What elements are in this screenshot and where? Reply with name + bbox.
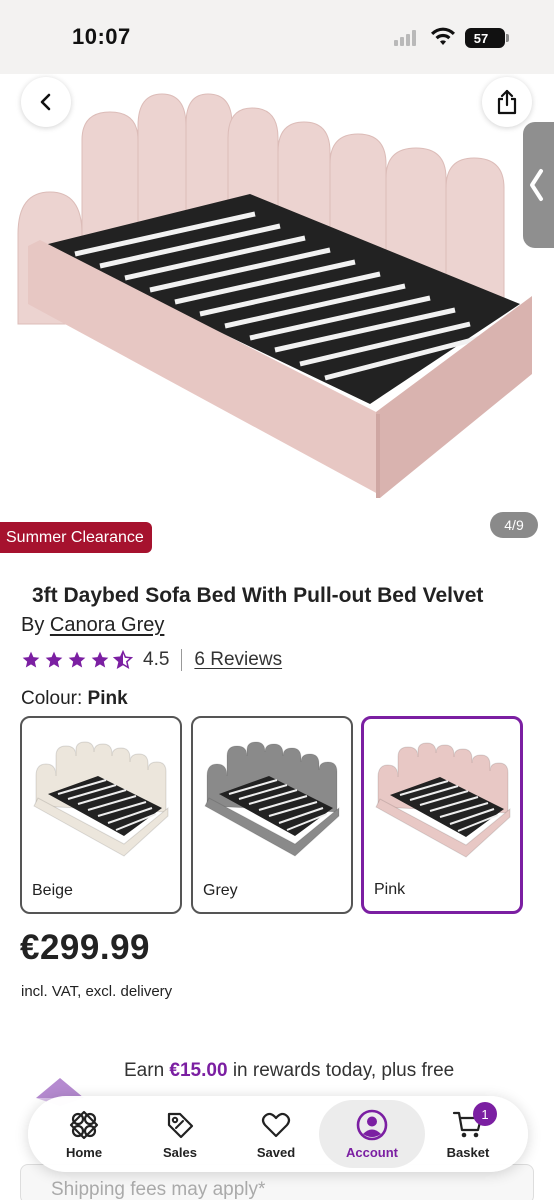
- bottom-nav: Home Sales Saved Account 1 Basket: [28, 1096, 528, 1172]
- account-icon: [355, 1108, 389, 1142]
- heart-icon: [259, 1108, 293, 1142]
- pink-daybed-thumbnail: [375, 742, 511, 858]
- rating-row: 4.5 6 Reviews: [21, 646, 282, 674]
- battery-level: 57: [473, 30, 489, 46]
- tag-icon: [163, 1108, 197, 1142]
- brand-link[interactable]: Canora Grey: [50, 614, 165, 636]
- battery-icon: 57: [465, 28, 505, 48]
- star-half-icon: [113, 650, 133, 670]
- swatch-grey[interactable]: Grey: [191, 716, 353, 914]
- colour-selected: Pink: [87, 688, 128, 709]
- vat-note: incl. VAT, excl. delivery: [21, 983, 173, 1000]
- nav-label: Home: [65, 1145, 103, 1160]
- share-icon: [497, 89, 517, 115]
- colour-label: Colour: Pink: [21, 688, 128, 710]
- swatch-beige[interactable]: Beige: [20, 716, 182, 914]
- product-image[interactable]: [0, 74, 554, 550]
- nav-home[interactable]: Home: [36, 1100, 132, 1168]
- nav-saved[interactable]: Saved: [228, 1100, 324, 1168]
- swatch-label: Grey: [203, 882, 238, 899]
- rewards-pre: Earn: [124, 1060, 165, 1081]
- by-label: By: [21, 614, 45, 636]
- battery-cap: [506, 34, 509, 42]
- chevron-left-icon: [530, 169, 543, 201]
- rewards-text: Earn €15.00 in rewards today, plus free: [124, 1058, 524, 1084]
- signal-icon: [394, 30, 420, 46]
- grey-daybed-thumbnail: [204, 741, 340, 857]
- brand-line: By Canora Grey: [21, 614, 164, 637]
- beige-daybed-thumbnail: [33, 741, 169, 857]
- nav-basket[interactable]: 1 Basket: [420, 1100, 516, 1168]
- promo-badge: Summer Clearance: [0, 522, 152, 553]
- star-rating: [21, 650, 133, 670]
- nav-sales[interactable]: Sales: [132, 1100, 228, 1168]
- star-full-icon: [91, 651, 109, 668]
- rewards-post: in rewards today, plus free: [232, 1060, 455, 1081]
- swatch-label: Pink: [374, 881, 406, 898]
- back-button[interactable]: [21, 77, 71, 127]
- share-button[interactable]: [482, 77, 532, 127]
- home-icon: [67, 1108, 101, 1142]
- star-full-icon: [22, 651, 40, 668]
- star-full-icon: [68, 651, 86, 668]
- nav-label: Basket: [446, 1145, 490, 1160]
- side-panel-tab[interactable]: [523, 122, 554, 248]
- nav-label: Account: [346, 1145, 398, 1160]
- status-bar: 10:07 57: [0, 0, 554, 74]
- basket-count-badge: 1: [473, 1102, 497, 1126]
- image-counter: 4/9: [490, 512, 538, 538]
- swatch-label: Beige: [32, 882, 73, 899]
- rewards-amount: €15.00: [169, 1060, 228, 1081]
- nav-label: Saved: [256, 1145, 296, 1160]
- nav-label: Sales: [163, 1145, 197, 1160]
- shipping-text: Shipping fees may apply*: [51, 1179, 266, 1200]
- reviews-link[interactable]: 6 Reviews: [194, 649, 282, 671]
- cart-icon: 1: [451, 1102, 497, 1142]
- nav-account[interactable]: Account: [319, 1100, 425, 1168]
- rating-divider: [181, 649, 183, 671]
- daybed-image: [17, 93, 532, 498]
- rating-value: 4.5: [143, 649, 170, 670]
- chevron-left-icon: [40, 93, 51, 111]
- product-title: 3ft Daybed Sofa Bed With Pull-out Bed Ve…: [32, 584, 484, 607]
- star-full-icon: [45, 651, 63, 668]
- status-time: 10:07: [72, 24, 131, 49]
- price: €299.99: [20, 928, 151, 967]
- colour-label-text: Colour:: [21, 688, 83, 709]
- swatch-pink[interactable]: Pink: [361, 716, 523, 914]
- wifi-icon: [431, 27, 455, 45]
